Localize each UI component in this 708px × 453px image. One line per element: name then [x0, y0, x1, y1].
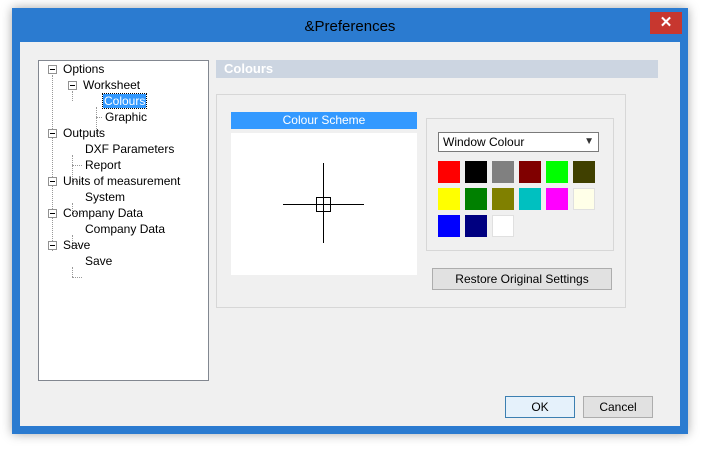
tree-item-colours[interactable]: Colours	[101, 93, 148, 109]
tree-item-company-data-child[interactable]: Company Data	[85, 221, 165, 237]
tree-item-worksheet[interactable]: Worksheet	[83, 77, 140, 93]
colour-swatch[interactable]	[492, 161, 514, 183]
restore-defaults-button[interactable]: Restore Original Settings	[432, 268, 612, 290]
colour-swatch[interactable]	[546, 161, 568, 183]
cancel-button[interactable]: Cancel	[583, 396, 653, 418]
window-title: &Preferences	[304, 18, 396, 35]
colour-swatch[interactable]	[546, 188, 568, 210]
tree-item-outputs[interactable]: Outputs	[63, 125, 105, 141]
tree-connector	[72, 267, 73, 277]
ok-button[interactable]: OK	[505, 396, 575, 418]
tree-connector	[96, 117, 102, 118]
tree-item-system[interactable]: System	[85, 189, 125, 205]
colour-swatch[interactable]	[465, 161, 487, 183]
tree-item-label: Colours	[101, 93, 148, 109]
colour-swatch[interactable]	[519, 161, 541, 183]
colour-swatch[interactable]	[573, 161, 595, 183]
collapse-icon[interactable]	[48, 177, 57, 186]
colour-swatch[interactable]	[465, 215, 487, 237]
collapse-icon[interactable]	[48, 65, 57, 74]
collapse-icon[interactable]	[48, 129, 57, 138]
collapse-icon[interactable]	[48, 209, 57, 218]
tree-item-save-child[interactable]: Save	[85, 253, 112, 269]
preferences-window: &Preferences ✕ Options Worksheet Colours…	[12, 8, 688, 434]
crosshair-icon	[283, 163, 364, 243]
tree-connector	[52, 75, 53, 251]
tree-item-report[interactable]: Report	[85, 157, 121, 173]
tree-item-units[interactable]: Units of measurement	[63, 173, 180, 189]
close-button[interactable]: ✕	[650, 12, 682, 34]
dialog-body: Options Worksheet Colours Graphic Output…	[20, 42, 680, 426]
tree-item-graphic[interactable]: Graphic	[105, 109, 147, 125]
section-title: Colours	[216, 60, 658, 78]
tree-item-options[interactable]: Options	[63, 61, 104, 77]
collapse-icon[interactable]	[48, 241, 57, 250]
colour-swatch[interactable]	[492, 188, 514, 210]
tree-item-save[interactable]: Save	[63, 237, 90, 253]
close-icon: ✕	[659, 14, 673, 31]
collapse-icon[interactable]	[68, 81, 77, 90]
tree-item-dxf-parameters[interactable]: DXF Parameters	[85, 141, 174, 157]
colour-swatch[interactable]	[465, 188, 487, 210]
colour-swatch[interactable]	[573, 188, 595, 210]
tree-item-company-data[interactable]: Company Data	[63, 205, 143, 221]
title-bar[interactable]: &Preferences ✕	[12, 8, 688, 42]
options-tree[interactable]: Options Worksheet Colours Graphic Output…	[38, 60, 209, 381]
colour-scheme-header: Colour Scheme	[231, 112, 417, 129]
colour-scheme-preview	[231, 133, 417, 275]
tree-connector	[72, 165, 82, 166]
scheme-select-value: Window Colour	[443, 135, 525, 149]
scheme-select[interactable]: Window Colour ▼	[438, 132, 599, 152]
colour-swatch[interactable]	[438, 188, 460, 210]
colour-swatch[interactable]	[519, 188, 541, 210]
chevron-down-icon: ▼	[584, 136, 594, 147]
tree-connector	[72, 91, 73, 101]
colour-swatch[interactable]	[438, 215, 460, 237]
colour-swatch[interactable]	[492, 215, 514, 237]
tree-connector	[72, 277, 82, 278]
colour-swatch[interactable]	[438, 161, 460, 183]
